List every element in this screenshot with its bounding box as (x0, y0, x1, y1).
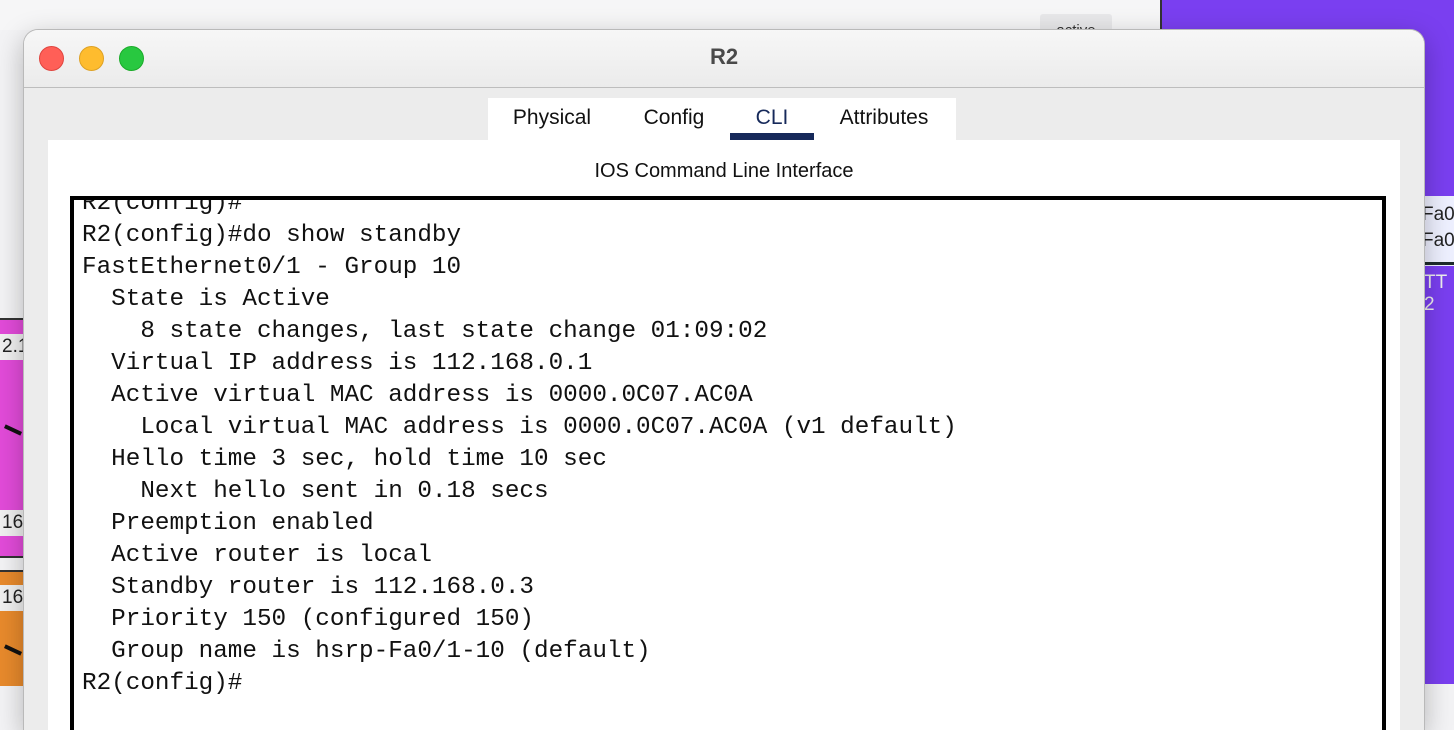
terminal-line: Priority 150 (configured 150) (82, 606, 534, 633)
terminal-line: State is Active (82, 286, 330, 313)
workspace-port-label: Fa0 (1422, 230, 1454, 251)
cli-panel: IOS Command Line Interface R2(config)# R2… (48, 140, 1400, 730)
panel-heading: IOS Command Line Interface (594, 160, 854, 182)
terminal-output: R2(config)# R2(config)#do show standby Fas… (82, 196, 957, 700)
workspace-link (1424, 262, 1454, 265)
workspace-ip-label: 16 (0, 585, 26, 611)
terminal-line: Virtual IP address is 112.168.0.1 (82, 350, 593, 377)
device-window: R2 Physical Config CLI Attributes IOS Co… (24, 30, 1424, 730)
tab-bar: Physical Config CLI Attributes (488, 98, 956, 140)
terminal-line: Next hello sent in 0.18 secs (82, 478, 549, 505)
tab-cli[interactable]: CLI (730, 98, 814, 140)
active-tab-indicator (730, 133, 814, 140)
window-title: R2 (709, 44, 739, 69)
tab-config[interactable]: Config (624, 98, 724, 140)
terminal-line: Local virtual MAC address is 0000.0C07.A… (82, 414, 957, 441)
tab-cli-label: CLI (755, 106, 789, 129)
terminal-line: Active router is local (82, 542, 432, 569)
terminal-prompt: R2(config)# (82, 670, 243, 697)
workspace-background (0, 0, 1160, 30)
terminal-line: Active virtual MAC address is 0000.0C07.… (82, 382, 753, 409)
workspace-ip-label: 16 (0, 510, 26, 536)
terminal-line: 8 state changes, last state change 01:09… (82, 318, 768, 345)
terminal-line: Standby router is 112.168.0.3 (82, 574, 534, 601)
terminal-line: R2(config)# (82, 196, 243, 217)
workspace-device-label: TT (1424, 272, 1448, 293)
title-bar[interactable]: R2 (24, 30, 1424, 88)
cli-terminal[interactable]: R2(config)# R2(config)#do show standby Fas… (70, 196, 1386, 730)
tab-attributes[interactable]: Attributes (822, 98, 946, 140)
terminal-line: Hello time 3 sec, hold time 10 sec (82, 446, 607, 473)
tab-physical[interactable]: Physical (488, 98, 616, 140)
terminal-line: Group name is hsrp-Fa0/1-10 (default) (82, 638, 651, 665)
workspace-port-label: Fa0 (1422, 204, 1454, 225)
terminal-line: R2(config)#do show standby (82, 222, 462, 249)
terminal-line: Preemption enabled (82, 510, 374, 537)
workspace-device-label: 2 (1424, 294, 1435, 315)
terminal-line: FastEthernet0/1 - Group 10 (82, 254, 462, 281)
